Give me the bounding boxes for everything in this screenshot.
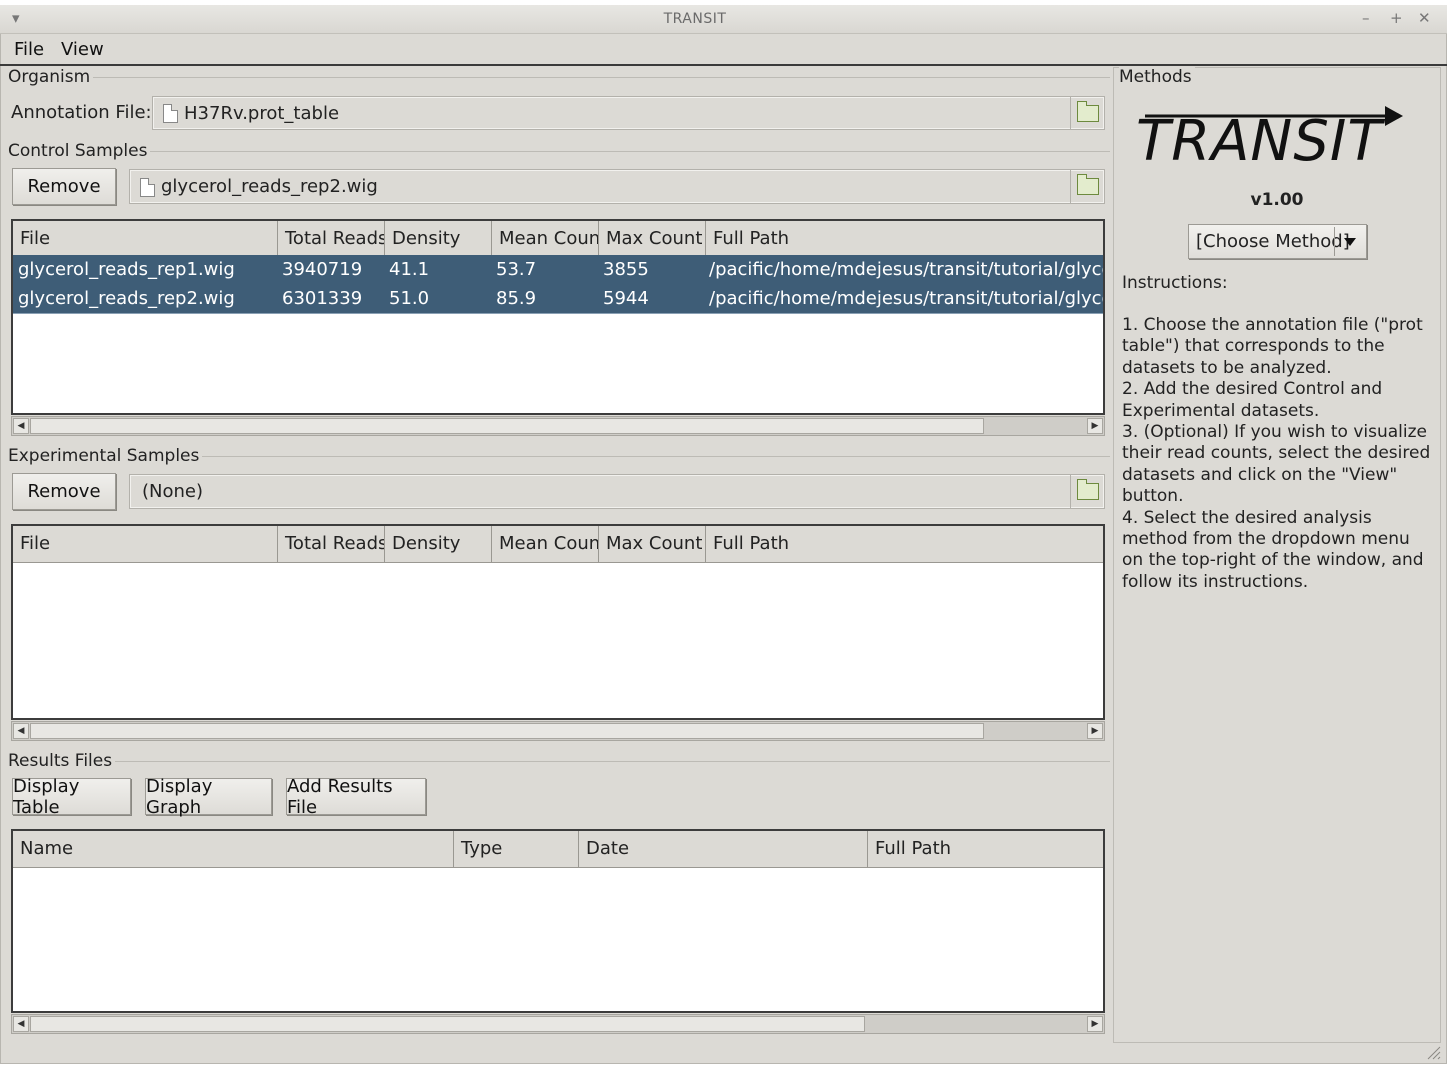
display-graph-button[interactable]: Display Graph bbox=[145, 776, 272, 818]
column-header-density[interactable]: Density bbox=[385, 526, 492, 562]
instructions-text: 1. Choose the annotation file ("prot tab… bbox=[1122, 315, 1431, 592]
cell-full-path: /pacific/home/mdejesus/transit/tutorial/… bbox=[709, 259, 1104, 280]
experimental-remove-button[interactable]: Remove bbox=[12, 473, 116, 510]
table-header: File Total Reads Density Mean Count Max … bbox=[13, 526, 1103, 563]
column-header-mean-count[interactable]: Mean Count bbox=[492, 526, 599, 562]
column-header-type[interactable]: Type bbox=[454, 831, 579, 867]
method-dropdown-value: [Choose Method] bbox=[1196, 231, 1350, 252]
cell-mean-count: 85.9 bbox=[496, 288, 537, 309]
cell-max-count: 3855 bbox=[603, 259, 649, 280]
table-header: Name Type Date Full Path bbox=[13, 831, 1103, 868]
table-header: File Total Reads Density Mean Count Max … bbox=[13, 221, 1103, 258]
column-header-total-reads[interactable]: Total Reads bbox=[278, 221, 385, 257]
annotation-browse-button[interactable] bbox=[1070, 97, 1104, 129]
column-header-max-count[interactable]: Max Count bbox=[599, 526, 706, 562]
experimental-file-value: (None) bbox=[142, 481, 204, 502]
scrollbar-thumb[interactable] bbox=[30, 723, 984, 739]
column-header-full-path[interactable]: Full Path bbox=[868, 831, 1103, 867]
chevron-down-icon[interactable] bbox=[1344, 238, 1356, 246]
control-group-border bbox=[8, 151, 1110, 152]
results-files-table[interactable]: Name Type Date Full Path bbox=[11, 829, 1105, 1013]
column-header-full-path[interactable]: Full Path bbox=[706, 221, 1103, 257]
organism-group-border bbox=[8, 77, 1110, 78]
folder-icon bbox=[1076, 100, 1099, 122]
experimental-browse-button[interactable] bbox=[1070, 475, 1104, 508]
experimental-group-label: Experimental Samples bbox=[8, 446, 203, 466]
control-samples-table[interactable]: File Total Reads Density Mean Count Max … bbox=[11, 219, 1105, 415]
control-remove-button[interactable]: Remove bbox=[12, 168, 116, 205]
version-label: v1.00 bbox=[1250, 190, 1304, 210]
cell-file: glycerol_reads_rep2.wig bbox=[18, 288, 235, 309]
instructions-title: Instructions: bbox=[1122, 273, 1228, 293]
file-icon bbox=[140, 178, 155, 197]
column-header-density[interactable]: Density bbox=[385, 221, 492, 257]
cell-total-reads: 6301339 bbox=[282, 288, 363, 309]
organism-group-label: Organism bbox=[8, 67, 94, 87]
scroll-right-icon[interactable]: ▶ bbox=[1087, 723, 1103, 739]
results-group-label: Results Files bbox=[8, 751, 116, 771]
scroll-right-icon[interactable]: ▶ bbox=[1087, 418, 1103, 434]
dropdown-divider bbox=[1334, 227, 1335, 256]
folder-icon bbox=[1076, 174, 1099, 195]
column-header-file[interactable]: File bbox=[13, 526, 278, 562]
menu-bar bbox=[0, 35, 1447, 66]
experimental-samples-table[interactable]: File Total Reads Density Mean Count Max … bbox=[11, 524, 1105, 720]
method-dropdown[interactable]: [Choose Method] bbox=[1188, 224, 1367, 259]
annotation-file-label: Annotation File: bbox=[11, 102, 152, 123]
table-row[interactable]: glycerol_reads_rep2.wig 6301339 51.0 85.… bbox=[13, 284, 1103, 314]
cell-full-path: /pacific/home/mdejesus/transit/tutorial/… bbox=[709, 288, 1104, 309]
results-group-border bbox=[8, 761, 1110, 762]
cell-max-count: 5944 bbox=[603, 288, 649, 309]
table-row[interactable]: glycerol_reads_rep1.wig 3940719 41.1 53.… bbox=[13, 255, 1103, 285]
cell-density: 51.0 bbox=[389, 288, 430, 309]
window-title: TRANSIT bbox=[663, 11, 727, 27]
maximize-icon[interactable]: + bbox=[1390, 9, 1403, 27]
scrollbar-thumb[interactable] bbox=[30, 418, 984, 434]
annotation-file-picker[interactable]: H37Rv.prot_table bbox=[152, 96, 1105, 130]
column-header-mean-count[interactable]: Mean Count bbox=[492, 221, 599, 257]
control-group-label: Control Samples bbox=[8, 141, 151, 161]
cell-total-reads: 3940719 bbox=[282, 259, 363, 280]
control-file-value: glycerol_reads_rep2.wig bbox=[161, 176, 378, 197]
control-horizontal-scrollbar[interactable]: ◀ ▶ bbox=[11, 416, 1105, 436]
column-header-file[interactable]: File bbox=[13, 221, 278, 257]
folder-icon bbox=[1076, 479, 1099, 500]
scroll-left-icon[interactable]: ◀ bbox=[13, 723, 29, 739]
cell-file: glycerol_reads_rep1.wig bbox=[18, 259, 235, 280]
column-header-max-count[interactable]: Max Count bbox=[599, 221, 706, 257]
add-results-file-button[interactable]: Add Results File bbox=[286, 776, 426, 818]
annotation-file-value: H37Rv.prot_table bbox=[184, 103, 340, 124]
minimize-icon[interactable]: – bbox=[1362, 9, 1370, 27]
cell-mean-count: 53.7 bbox=[496, 259, 537, 280]
resize-grip-icon[interactable] bbox=[1425, 1044, 1441, 1060]
column-header-total-reads[interactable]: Total Reads bbox=[278, 526, 385, 562]
scroll-left-icon[interactable]: ◀ bbox=[13, 418, 29, 434]
scroll-left-icon[interactable]: ◀ bbox=[13, 1016, 29, 1032]
control-file-picker[interactable]: glycerol_reads_rep2.wig bbox=[129, 169, 1105, 204]
svg-text:TRANSIT: TRANSIT bbox=[1136, 109, 1385, 170]
display-table-button[interactable]: Display Table bbox=[12, 776, 131, 818]
menu-file[interactable]: File bbox=[14, 39, 44, 60]
transit-logo: TRANSIT bbox=[1133, 100, 1408, 174]
control-browse-button[interactable] bbox=[1070, 170, 1104, 203]
menu-view[interactable]: View bbox=[61, 39, 104, 60]
column-header-full-path[interactable]: Full Path bbox=[706, 526, 1103, 562]
experimental-file-picker[interactable]: (None) bbox=[129, 474, 1105, 509]
column-header-name[interactable]: Name bbox=[13, 831, 454, 867]
close-icon[interactable]: ✕ bbox=[1418, 9, 1431, 27]
scrollbar-thumb[interactable] bbox=[30, 1016, 865, 1032]
cell-density: 41.1 bbox=[389, 259, 430, 280]
column-header-date[interactable]: Date bbox=[579, 831, 868, 867]
scroll-right-icon[interactable]: ▶ bbox=[1087, 1016, 1103, 1032]
methods-group-label: Methods bbox=[1119, 67, 1195, 87]
file-icon bbox=[163, 104, 178, 123]
experimental-horizontal-scrollbar[interactable]: ◀ ▶ bbox=[11, 721, 1105, 741]
results-horizontal-scrollbar[interactable]: ◀ ▶ bbox=[11, 1014, 1105, 1034]
